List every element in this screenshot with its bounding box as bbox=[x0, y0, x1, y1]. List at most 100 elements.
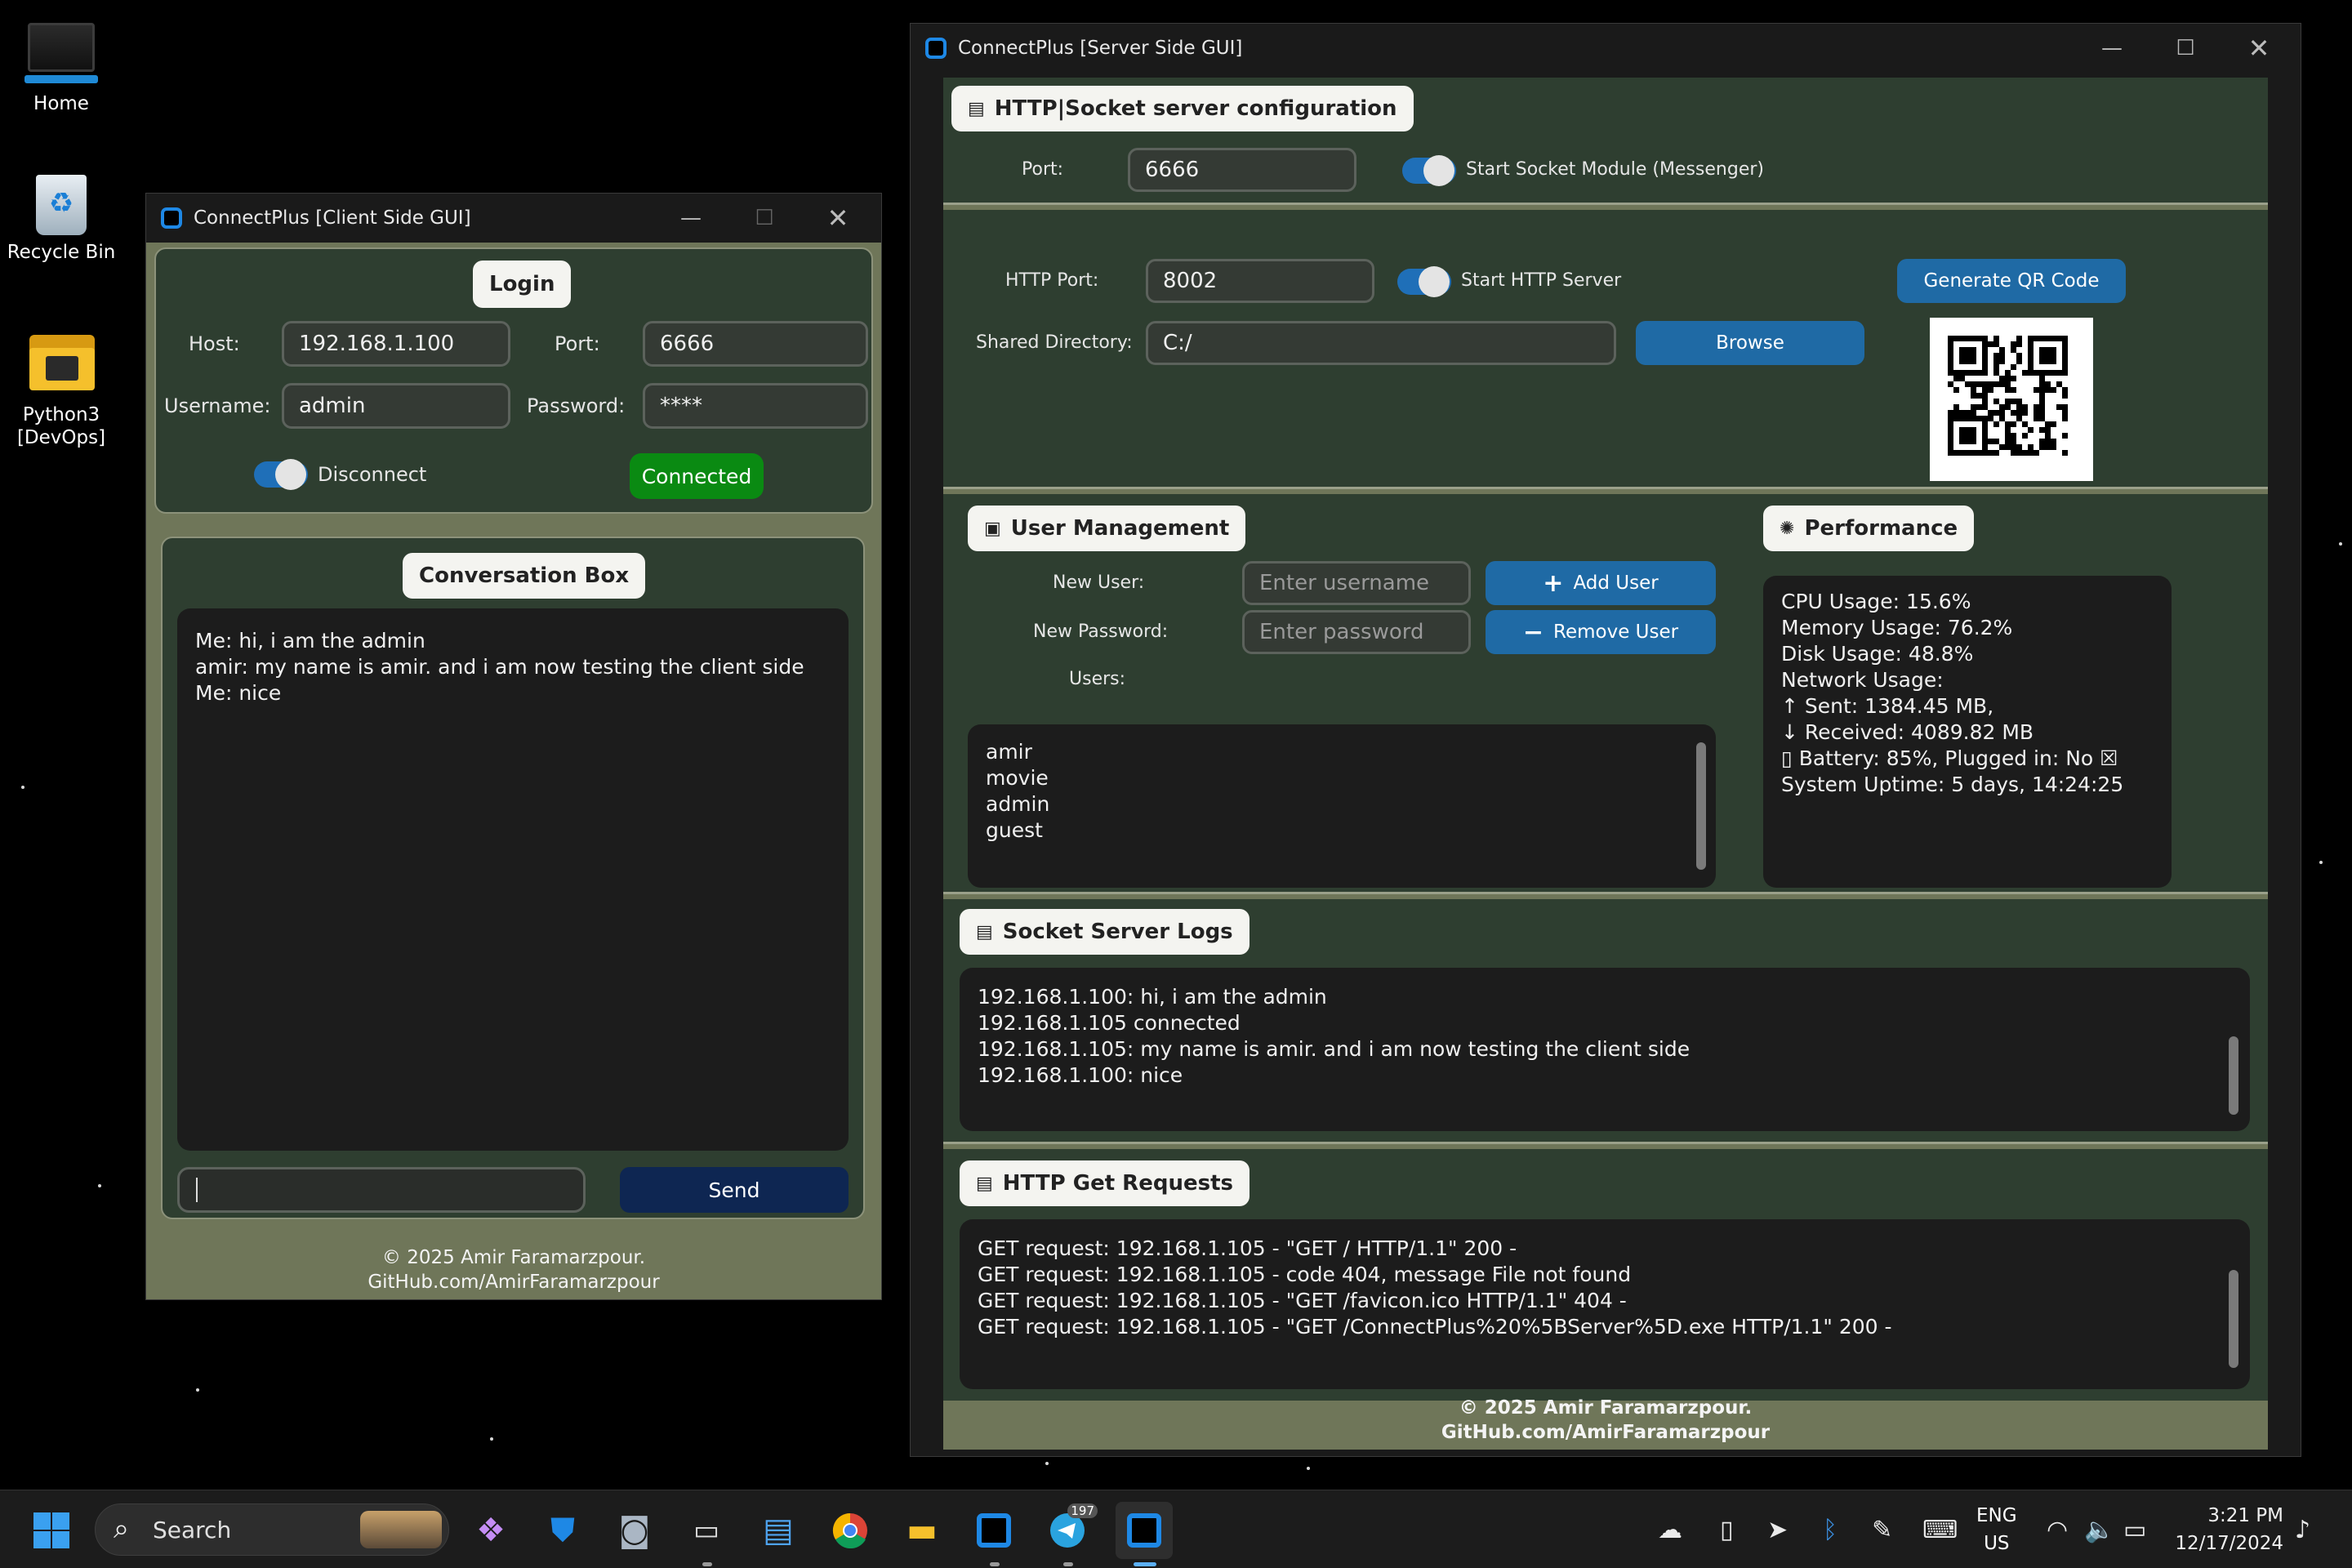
port-input[interactable]: 6666 bbox=[1128, 148, 1356, 192]
search-icon: ⌕ bbox=[114, 1512, 130, 1545]
users-list[interactable]: amir movie admin guest bbox=[968, 724, 1716, 888]
shared-directory-input[interactable]: C:/ bbox=[1146, 321, 1616, 365]
generate-qr-button[interactable]: Generate QR Code bbox=[1897, 259, 2126, 303]
network-usage: Network Usage: bbox=[1781, 668, 1944, 692]
camera-icon[interactable]: ◙ bbox=[612, 1508, 657, 1552]
new-password-input[interactable]: Enter password bbox=[1242, 610, 1471, 654]
minus-icon: − bbox=[1522, 617, 1544, 647]
close-button[interactable]: ✕ bbox=[801, 194, 875, 243]
desktop-icon-home[interactable]: Home bbox=[0, 20, 122, 114]
server-window: ConnectPlus [Server Side GUI] — ☐ ✕ ▤ HTT… bbox=[910, 23, 2301, 1457]
http-port-input[interactable]: 8002 bbox=[1146, 259, 1374, 303]
connectplus-client-taskbar-icon[interactable] bbox=[972, 1508, 1016, 1552]
pen-icon[interactable]: ✎ bbox=[1872, 1490, 1892, 1568]
password-input[interactable]: **** bbox=[643, 383, 868, 429]
http-server-toggle[interactable] bbox=[1397, 266, 1451, 297]
wifi-icon[interactable]: ◠ bbox=[2047, 1490, 2068, 1568]
bluetooth-icon[interactable]: ᛒ bbox=[1823, 1490, 1838, 1568]
notification-bell-icon[interactable]: ♪ bbox=[2295, 1490, 2310, 1568]
battery-icon[interactable]: ▭ bbox=[2123, 1490, 2146, 1568]
plus-icon: + bbox=[1543, 568, 1564, 598]
username-input[interactable]: admin bbox=[282, 383, 510, 429]
send-button[interactable]: Send bbox=[620, 1167, 849, 1213]
client-window: ConnectPlus [Client Side GUI] — ☐ ✕ Logi… bbox=[145, 193, 882, 1300]
conversation-heading: Conversation Box bbox=[403, 553, 646, 599]
qr-code-image bbox=[1930, 318, 2093, 481]
minimize-button[interactable]: — bbox=[2075, 24, 2149, 73]
connection-status-badge: Connected bbox=[630, 453, 764, 499]
list-item[interactable]: admin bbox=[986, 791, 1698, 817]
http-logs[interactable]: GET request: 192.168.1.105 - "GET / HTTP… bbox=[960, 1219, 2250, 1389]
socket-config-panel: ▤ HTTP|Socket server configuration Port: … bbox=[943, 78, 2268, 205]
keyboard-icon[interactable]: ⌨ bbox=[1922, 1490, 1958, 1568]
notepad-icon[interactable]: ▤ bbox=[756, 1508, 800, 1552]
port-input[interactable]: 6666 bbox=[643, 321, 868, 367]
socket-module-toggle-label: Start Socket Module (Messenger) bbox=[1466, 159, 1764, 180]
config-heading: ▤ HTTP|Socket server configuration bbox=[951, 86, 1414, 131]
usb-icon[interactable]: ▯ bbox=[1720, 1490, 1734, 1568]
taskbar-search[interactable]: ⌕ Search bbox=[95, 1503, 449, 1556]
socket-logs-scrollbar[interactable] bbox=[2229, 1036, 2238, 1115]
connect-toggle[interactable] bbox=[254, 459, 308, 490]
login-panel: Login Host: 192.168.1.100 Port: 6666 Use… bbox=[154, 247, 873, 514]
connect-toggle-label: Disconnect bbox=[318, 463, 427, 486]
cpu-usage: CPU Usage: 15.6% bbox=[1781, 590, 1971, 613]
socket-logs[interactable]: 192.168.1.100: hi, i am the admin 192.16… bbox=[960, 968, 2250, 1131]
desktop-icon-python3[interactable]: Python3 [DevOps] bbox=[0, 330, 122, 449]
list-item[interactable]: amir bbox=[986, 739, 1698, 765]
file-explorer-icon[interactable]: ▬ bbox=[900, 1508, 944, 1552]
desktop-icon-recycle-bin[interactable]: ♻ Recycle Bin bbox=[0, 168, 122, 263]
window-title: ConnectPlus [Client Side GUI] bbox=[194, 207, 471, 229]
message-input[interactable] bbox=[177, 1167, 586, 1213]
running-indicator bbox=[1063, 1562, 1073, 1566]
telegram-tray-icon[interactable]: ➤ bbox=[1767, 1490, 1788, 1568]
search-label: Search bbox=[153, 1516, 232, 1544]
list-item[interactable]: movie bbox=[986, 765, 1698, 791]
chrome-icon[interactable] bbox=[828, 1508, 872, 1552]
log-line: 192.168.1.105 connected bbox=[978, 1011, 1241, 1035]
maximize-button[interactable]: ☐ bbox=[2149, 24, 2222, 73]
volume-icon[interactable]: 🔈 bbox=[2084, 1490, 2114, 1568]
network-sent: ↑ Sent: 1384.45 MB, bbox=[1781, 694, 1994, 718]
socket-module-toggle[interactable] bbox=[1402, 155, 1456, 186]
connectplus-server-taskbar-icon[interactable] bbox=[1116, 1502, 1173, 1559]
maximize-button[interactable]: ☐ bbox=[728, 194, 801, 243]
remove-user-button[interactable]: − Remove User bbox=[1486, 610, 1716, 654]
copilot-icon[interactable]: ❖ bbox=[469, 1508, 513, 1552]
close-button[interactable]: ✕ bbox=[2222, 24, 2296, 73]
username-label: Username: bbox=[164, 394, 271, 417]
http-logs-scrollbar[interactable] bbox=[2229, 1270, 2238, 1368]
conversation-log[interactable]: Me: hi, i am the admin amir: my name is … bbox=[177, 608, 849, 1151]
folder-icon bbox=[24, 330, 98, 397]
connectplus-logo-icon bbox=[925, 38, 947, 59]
defender-shield-icon[interactable]: ⛊ bbox=[541, 1508, 585, 1552]
new-user-input[interactable]: Enter username bbox=[1242, 561, 1471, 605]
tray-icon-weather[interactable]: ☁ bbox=[1658, 1490, 1682, 1568]
system-uptime: System Uptime: 5 days, 14:24:25 bbox=[1781, 773, 2124, 796]
users-scrollbar[interactable] bbox=[1696, 742, 1706, 870]
copyright-text: © 2025 Amir Faramarzpour. bbox=[381, 1247, 646, 1268]
minimize-button[interactable]: — bbox=[654, 194, 728, 243]
log-line: GET request: 192.168.1.105 - "GET /favic… bbox=[978, 1289, 1627, 1312]
terminal-icon[interactable]: ▭ bbox=[684, 1508, 728, 1552]
host-input[interactable]: 192.168.1.100 bbox=[282, 321, 510, 367]
search-highlight-image bbox=[360, 1511, 442, 1548]
taskbar: ⌕ Search ❖ ⛊ ◙ ▭ ▤ ▬ 197 ☁ ▯ ➤ ᛒ ✎ ⌨ ENG… bbox=[0, 1490, 2352, 1568]
log-line: 192.168.1.100: nice bbox=[978, 1063, 1183, 1087]
github-link[interactable]: GitHub.com/AmirFaramarzpour bbox=[146, 1270, 881, 1294]
github-link[interactable]: GitHub.com/AmirFaramarzpour bbox=[943, 1420, 2268, 1445]
new-user-label: New User: bbox=[1053, 572, 1145, 593]
time: 3:21 PM bbox=[2207, 1505, 2283, 1526]
telegram-icon[interactable]: 197 bbox=[1045, 1503, 1098, 1552]
desktop-icon-label: Python3 [DevOps] bbox=[16, 404, 106, 448]
socket-logs-panel: ▤ Socket Server Logs 192.168.1.100: hi, i… bbox=[943, 899, 2268, 1144]
language-indicator[interactable]: ENG US bbox=[1976, 1502, 2017, 1557]
list-item[interactable]: guest bbox=[986, 817, 1698, 844]
server-footer: © 2025 Amir Faramarzpour. GitHub.com/Ami… bbox=[943, 1396, 2268, 1445]
browse-button[interactable]: Browse bbox=[1636, 321, 1864, 365]
server-icon: ▤ bbox=[968, 98, 985, 119]
clock[interactable]: 3:21 PM 12/17/2024 bbox=[2175, 1502, 2283, 1557]
start-button[interactable] bbox=[29, 1508, 74, 1552]
add-user-button[interactable]: + Add User bbox=[1486, 561, 1716, 605]
port-label: Port: bbox=[1022, 159, 1064, 180]
